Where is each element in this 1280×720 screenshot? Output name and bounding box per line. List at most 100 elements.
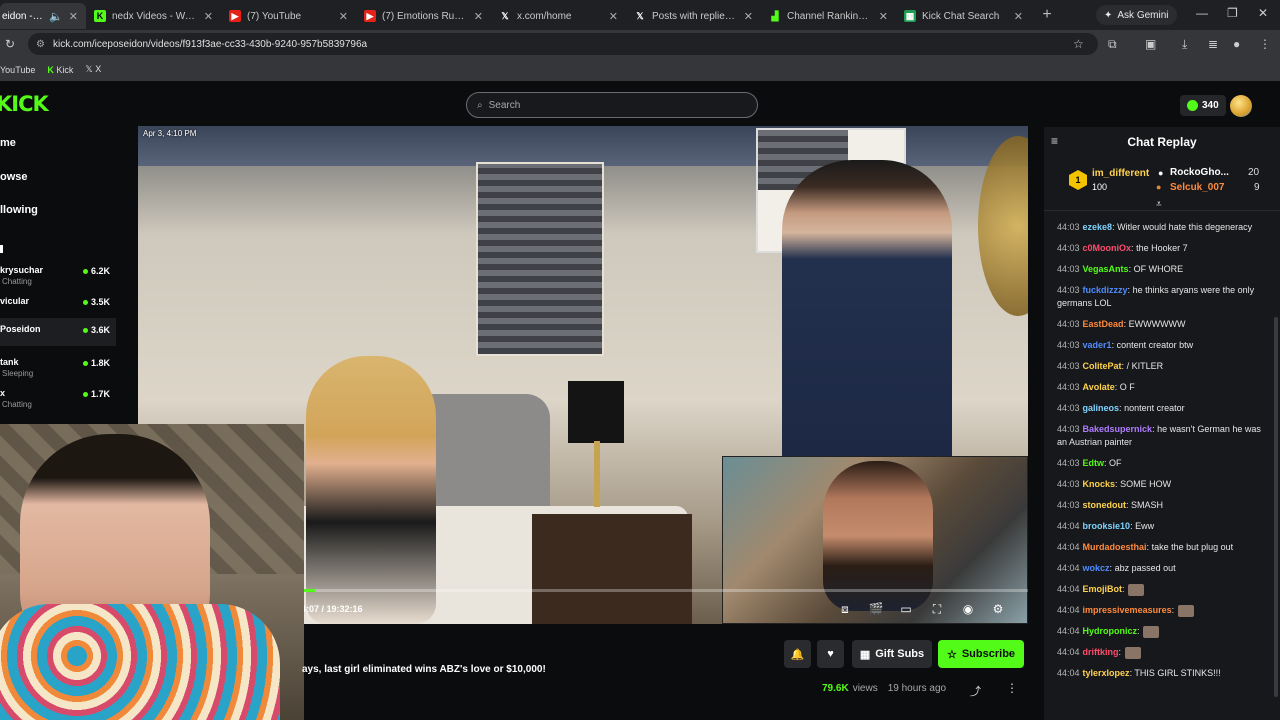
message-username[interactable]: impressivemeasures — [1083, 605, 1172, 615]
message-username[interactable]: VegasAnts — [1083, 264, 1129, 274]
address-bar[interactable]: ⚙ kick.com/iceposeidon/videos/f913f3ae-c… — [28, 33, 1098, 55]
chat-header: ≡ Chat Replay — [1044, 127, 1280, 155]
close-icon[interactable]: ✕ — [339, 10, 348, 23]
notification-bell-button[interactable]: 🔔 — [784, 640, 811, 668]
chat-message: 44:03 Bakedsupernick: he wasn't German he… — [1057, 423, 1267, 449]
reload-icon[interactable]: ↻ — [5, 37, 15, 51]
sidebar-channel[interactable]: x Chatting 1.7K — [0, 384, 116, 412]
message-username[interactable]: ezeke8 — [1083, 222, 1113, 232]
sidebar-channel-selected[interactable]: Poseidon 3.6K — [0, 318, 116, 346]
bookmark-star-icon[interactable]: ☆ — [1073, 37, 1084, 51]
extensions-icon[interactable]: ⧉ — [1108, 37, 1117, 52]
playback-speed-icon[interactable]: ◉ — [960, 601, 976, 617]
message-username[interactable]: Hydroponicz — [1083, 626, 1138, 636]
message-username[interactable]: stonedout — [1083, 500, 1127, 510]
sidebar-item-home[interactable]: me — [0, 137, 16, 149]
message-timestamp: 44:04 — [1057, 563, 1080, 573]
settings-gear-icon[interactable]: ⚙ — [990, 601, 1006, 617]
more-options-icon[interactable]: ⋮ — [1006, 681, 1018, 695]
message-username[interactable]: tylerxlopez — [1083, 668, 1130, 678]
message-username[interactable]: driftking — [1083, 647, 1119, 657]
site-info-icon[interactable]: ⚙ — [36, 39, 45, 50]
message-username[interactable]: c0MooniOx — [1083, 243, 1132, 253]
channel-status: Sleeping — [2, 369, 34, 378]
live-dot-icon — [82, 391, 88, 397]
channel-name: Poseidon — [0, 324, 41, 334]
viewer-count: 1.7K — [82, 389, 110, 399]
message-username[interactable]: Murdadoesthai — [1083, 542, 1147, 552]
follow-heart-button[interactable]: ♥ — [817, 640, 844, 668]
close-icon[interactable]: ✕ — [1014, 10, 1023, 23]
browser-tab-7[interactable]: ▟ Channel Rankings - Kic ✕ — [761, 3, 896, 29]
close-icon[interactable]: ✕ — [474, 10, 483, 23]
sidepanel-icon[interactable]: ▣ — [1145, 37, 1156, 51]
viewer-count: 6.2K — [82, 266, 110, 276]
share-icon[interactable]: ⤴ — [970, 683, 981, 699]
message-text: OF — [1109, 458, 1122, 468]
chat-scrollbar[interactable] — [1274, 317, 1278, 697]
minimize-icon[interactable]: — — [1196, 6, 1208, 20]
close-window-icon[interactable]: ✕ — [1258, 6, 1268, 20]
gift-subs-button[interactable]: ▦ Gift Subs — [852, 640, 932, 668]
message-username[interactable]: brooksie10 — [1083, 521, 1131, 531]
close-icon[interactable]: ✕ — [744, 10, 753, 23]
close-icon[interactable]: ✕ — [69, 10, 78, 23]
sidebar-item-following[interactable]: llowing — [0, 204, 38, 216]
ask-gemini-button[interactable]: ✦ Ask Gemini — [1096, 5, 1177, 25]
message-username[interactable]: EastDead — [1083, 319, 1124, 329]
theater-mode-icon[interactable]: ▭ — [898, 601, 914, 617]
message-username[interactable]: galineos — [1083, 403, 1120, 413]
close-icon[interactable]: ✕ — [879, 10, 888, 23]
message-username[interactable]: Bakedsupernick — [1083, 424, 1153, 434]
user-avatar[interactable] — [1230, 95, 1252, 117]
message-username[interactable]: wokcz — [1083, 563, 1110, 573]
message-text: take the but plug out — [1151, 542, 1234, 552]
profile-icon[interactable]: ● — [1233, 37, 1240, 51]
fullscreen-icon[interactable]: ⛶ — [929, 601, 945, 617]
restore-icon[interactable]: ❐ — [1227, 6, 1238, 20]
message-username[interactable]: vader1 — [1083, 340, 1112, 350]
message-username[interactable]: ColitePat — [1083, 361, 1122, 371]
sidebar-channel[interactable]: krysuchar Chatting 6.2K — [0, 261, 116, 289]
chat-message: 44:04 EmojiBot: — [1057, 583, 1267, 596]
message-username[interactable]: EmojiBot — [1083, 584, 1123, 594]
browser-tab-5[interactable]: 𝕏 x.com/home ✕ — [491, 3, 626, 29]
message-text: SOME HOW — [1120, 479, 1172, 489]
message-username[interactable]: Avolate — [1083, 382, 1115, 392]
browser-tab-2[interactable]: K nedx Videos - Watch C ✕ — [86, 3, 221, 29]
clip-icon[interactable]: 🎬 — [868, 601, 884, 617]
speaker-icon[interactable]: 🔈 — [49, 10, 63, 23]
bookmark-x[interactable]: 𝕏 X — [85, 64, 101, 75]
subscribe-button[interactable]: ☆ Subscribe — [938, 640, 1024, 668]
reading-list-icon[interactable]: ≣ — [1208, 37, 1218, 51]
emote-icon — [1177, 604, 1194, 617]
expand-leaderboard-icon[interactable]: ⩡ — [1156, 199, 1162, 210]
sidebar-channel[interactable]: vicular 3.5K — [0, 292, 116, 320]
sidebar-channel[interactable]: tank Sleeping 1.8K — [0, 353, 116, 381]
bookmark-youtube[interactable]: YouTube — [0, 65, 35, 75]
chat-message: 44:04 driftking: — [1057, 646, 1267, 659]
close-icon[interactable]: ✕ — [609, 10, 618, 23]
logo-text: KICK — [0, 92, 49, 116]
browser-tab-3[interactable]: ▶ (7) YouTube ✕ — [221, 3, 356, 29]
message-username[interactable]: fuckdizzzy — [1083, 285, 1128, 295]
bookmarks-bar: YouTube K Kick 𝕏 X — [0, 58, 1280, 81]
search-input[interactable]: ⌕ Search — [466, 92, 758, 118]
miniplayer-icon[interactable]: ⧈ — [837, 601, 853, 617]
menu-icon[interactable]: ⋮ — [1259, 37, 1271, 51]
message-username[interactable]: Edtw — [1083, 458, 1105, 468]
browser-tab-6[interactable]: 𝕏 Posts with replies by Tr ✕ — [626, 3, 761, 29]
kick-logo[interactable]: KICK — [0, 92, 49, 116]
points-badge[interactable]: 340 — [1180, 95, 1226, 116]
new-tab-icon[interactable]: + — [1037, 6, 1057, 24]
browser-tab-4[interactable]: ▶ (7) Emotions Run High ✕ — [356, 3, 491, 29]
tab-title: (7) Emotions Run High — [382, 10, 468, 22]
gemini-label: Ask Gemini — [1117, 9, 1169, 21]
close-icon[interactable]: ✕ — [204, 10, 213, 23]
sidebar-item-browse[interactable]: owse — [0, 171, 28, 183]
message-username[interactable]: Knocks — [1083, 479, 1116, 489]
bookmark-kick[interactable]: K Kick — [47, 65, 73, 75]
browser-tab-1[interactable]: eidon - Wat 🔈 ✕ — [0, 3, 86, 29]
browser-tab-8[interactable]: ▦ Kick Chat Search ✕ — [896, 3, 1031, 29]
download-icon[interactable]: ⤓ — [1182, 37, 1187, 52]
